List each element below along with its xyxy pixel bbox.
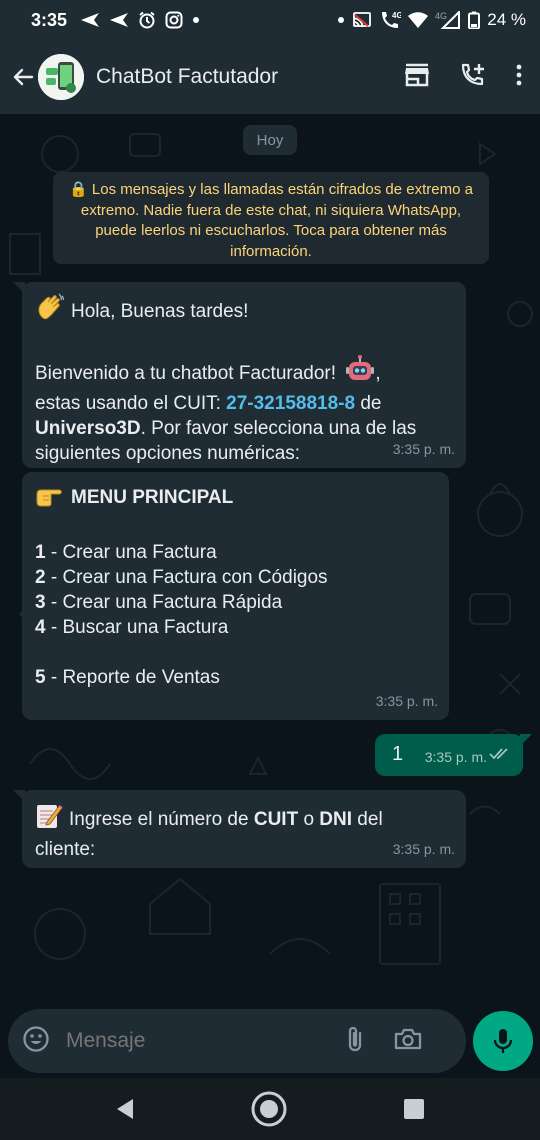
option-text: - Crear una Factura bbox=[45, 542, 217, 563]
voice-message-button[interactable] bbox=[473, 1011, 533, 1071]
network-label-text: 4G bbox=[392, 11, 401, 20]
menu-title: MENU PRINCIPAL bbox=[71, 487, 234, 508]
wifi-icon bbox=[408, 12, 429, 28]
text-segment: Ingrese el número de bbox=[69, 809, 254, 830]
menu-option: 4 - Buscar una Factura bbox=[35, 615, 437, 640]
back-button[interactable] bbox=[8, 57, 38, 97]
paperclip-icon[interactable] bbox=[344, 1025, 366, 1058]
add-call-icon[interactable] bbox=[460, 62, 486, 93]
nav-back-icon[interactable] bbox=[115, 1098, 135, 1125]
welcome-text: Bienvenido a tu chatbot Facturador! bbox=[35, 363, 337, 384]
battery-icon bbox=[468, 11, 481, 29]
microphone-icon bbox=[493, 1029, 513, 1053]
menu-option: 3 - Crear una Factura Rápida bbox=[35, 590, 437, 615]
message-line: siguientes opciones numéricas: bbox=[35, 443, 301, 464]
status-time: 3:35 bbox=[31, 9, 68, 30]
instagram-icon bbox=[165, 11, 183, 29]
option-number: 3 bbox=[35, 592, 46, 613]
text-segment: . Por favor selecciona una de las bbox=[140, 418, 417, 439]
message-line: cliente: bbox=[35, 839, 96, 860]
option-number: 5 bbox=[35, 667, 46, 688]
call-icon: 4G bbox=[379, 10, 401, 30]
option-text: - Reporte de Ventas bbox=[45, 667, 220, 688]
system-nav-bar bbox=[0, 1078, 540, 1140]
waving-hand-icon bbox=[35, 292, 65, 329]
option-text: - Crear una Factura Rápida bbox=[45, 592, 283, 613]
more-options-icon[interactable] bbox=[516, 64, 522, 91]
dni-keyword: DNI bbox=[319, 809, 353, 830]
text-segment: del bbox=[352, 809, 383, 830]
option-number: 4 bbox=[35, 617, 46, 638]
encryption-notice[interactable]: 🔒 Los mensajes y las llamadas están cifr… bbox=[53, 172, 489, 264]
cuit-link[interactable]: 27-32158818-8 bbox=[226, 393, 355, 414]
network-label-text-2: 4G bbox=[435, 11, 447, 21]
cuit-keyword: CUIT bbox=[253, 809, 299, 830]
company-name: Universo3D bbox=[35, 418, 141, 439]
chatbot-avatar-icon bbox=[38, 54, 84, 100]
text-segment: o bbox=[298, 809, 320, 830]
emoji-icon[interactable] bbox=[22, 1025, 50, 1058]
chat-header: ChatBot Factutador bbox=[0, 40, 540, 114]
avatar[interactable] bbox=[38, 54, 84, 100]
memo-icon bbox=[35, 802, 63, 837]
message-line: Hola, Buenas tardes! bbox=[35, 292, 454, 329]
incoming-message[interactable]: Ingrese el número de CUIT o DNI del clie… bbox=[13, 790, 466, 868]
option-text: - Crear una Factura con Códigos bbox=[45, 567, 328, 588]
message-line: Universo3D. Por favor selecciona una de … bbox=[35, 416, 454, 441]
signal-icon: 4G bbox=[435, 11, 461, 29]
send-notification-icon bbox=[80, 12, 100, 28]
message-time: 3:35 p. m. bbox=[392, 441, 455, 457]
dot-icon bbox=[337, 16, 345, 24]
message-line: estas usando el CUIT: 27-32158818-8 de bbox=[35, 391, 454, 416]
robot-icon bbox=[345, 354, 375, 391]
store-icon[interactable] bbox=[404, 63, 430, 92]
nav-home-icon[interactable] bbox=[250, 1090, 288, 1133]
double-check-icon bbox=[489, 742, 509, 767]
incoming-message[interactable]: Hola, Buenas tardes! Bienvenido a tu cha… bbox=[13, 282, 466, 468]
incoming-message[interactable]: MENU PRINCIPAL 1 - Crear una Factura 2 -… bbox=[22, 472, 449, 720]
message-line: MENU PRINCIPAL bbox=[35, 484, 437, 515]
message-composer bbox=[8, 1009, 466, 1073]
back-arrow-icon bbox=[13, 68, 34, 86]
pointing-hand-icon bbox=[35, 484, 65, 515]
text-segment: de bbox=[355, 393, 382, 414]
message-line: Ingrese el número de CUIT o DNI del bbox=[35, 802, 454, 837]
menu-option: 1 - Crear una Factura bbox=[35, 540, 437, 565]
alarm-icon bbox=[138, 11, 156, 29]
status-bar: 3:35 4G 4G 24 % bbox=[0, 0, 540, 40]
message-time: 3:35 p. m. bbox=[424, 749, 487, 765]
message-line: Bienvenido a tu chatbot Facturador! , bbox=[35, 354, 454, 391]
camera-icon[interactable] bbox=[394, 1027, 422, 1056]
menu-option: 2 - Crear una Factura con Códigos bbox=[35, 565, 437, 590]
chat-title[interactable]: ChatBot Factutador bbox=[96, 65, 278, 89]
message-text: 1 bbox=[392, 743, 404, 765]
send-notification-icon bbox=[109, 12, 129, 28]
message-time: 3:35 p. m. bbox=[392, 841, 455, 857]
cuit-label-text: estas usando el CUIT: bbox=[35, 393, 227, 414]
battery-percent: 24 % bbox=[487, 10, 526, 29]
nav-recents-icon[interactable] bbox=[403, 1098, 425, 1125]
date-chip: Hoy bbox=[243, 125, 297, 155]
message-time: 3:35 p. m. bbox=[375, 693, 438, 709]
cast-icon bbox=[352, 12, 372, 28]
menu-option: 5 - Reporte de Ventas bbox=[35, 665, 437, 690]
option-text: - Buscar una Factura bbox=[45, 617, 229, 638]
dot-icon bbox=[192, 16, 200, 24]
option-number: 1 bbox=[35, 542, 46, 563]
message-input[interactable] bbox=[64, 1028, 338, 1054]
greeting-text: Hola, Buenas tardes! bbox=[71, 301, 249, 322]
option-number: 2 bbox=[35, 567, 46, 588]
outgoing-message[interactable]: 1 3:35 p. m. bbox=[375, 734, 532, 776]
